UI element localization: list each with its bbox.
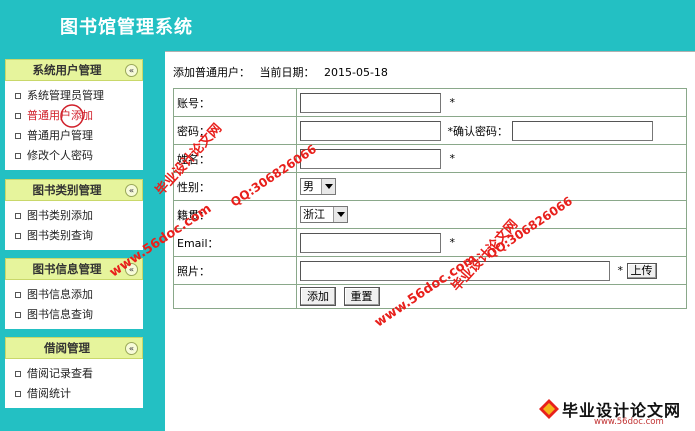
add-button[interactable]: 添加 <box>300 287 336 306</box>
sidebar-item-category-query[interactable]: 图书类别查询 <box>5 226 143 246</box>
panel-title: 系统用户管理 <box>32 63 102 77</box>
photo-label: 照片： <box>173 256 297 285</box>
bullet-icon <box>15 93 21 99</box>
menu-item-label: 借阅记录查看 <box>27 367 93 380</box>
confirm-password-label: *确认密码： <box>447 124 509 138</box>
date-label: 当前日期： <box>259 66 315 79</box>
collapse-icon[interactable]: « <box>125 184 138 197</box>
panel-title: 图书信息管理 <box>32 262 102 276</box>
menu-item-label: 图书信息添加 <box>27 288 93 301</box>
bullet-icon <box>15 233 21 239</box>
password-input[interactable] <box>300 120 441 141</box>
email-label: Email： <box>173 228 297 257</box>
bullet-icon <box>15 292 21 298</box>
panel-header[interactable]: 图书类别管理 « <box>5 179 143 201</box>
required-mark: * <box>449 152 456 165</box>
dropdown-arrow-icon[interactable] <box>321 179 335 194</box>
confirm-password-input[interactable] <box>511 120 653 141</box>
panel-header[interactable]: 图书信息管理 « <box>5 258 143 280</box>
reset-button[interactable]: 重置 <box>343 287 380 306</box>
bullet-icon <box>15 391 21 397</box>
origin-label: 籍贯： <box>173 200 297 229</box>
sidebar-item-borrow-records[interactable]: 借阅记录查看 <box>5 364 143 384</box>
bullet-icon <box>15 153 21 159</box>
menu-item-label: 借阅统计 <box>27 387 71 400</box>
origin-value: 浙江 <box>303 208 325 221</box>
panel-header[interactable]: 系统用户管理 « <box>5 59 143 81</box>
bullet-icon <box>15 113 21 119</box>
upload-button[interactable]: 上传 <box>626 262 657 279</box>
menu-item-label: 修改个人密码 <box>27 149 93 162</box>
email-input[interactable] <box>300 232 441 253</box>
app-title: 图书馆管理系统 <box>60 17 193 38</box>
menu-item-label: 图书信息查询 <box>27 308 93 321</box>
collapse-icon[interactable]: « <box>125 342 138 355</box>
sidebar-item-borrow-stats[interactable]: 借阅统计 <box>5 384 143 404</box>
account-input[interactable] <box>300 92 441 113</box>
logo-mark-icon <box>539 399 559 419</box>
collapse-icon[interactable]: « <box>125 263 138 276</box>
gender-value: 男 <box>303 180 314 193</box>
panel-header[interactable]: 借阅管理 « <box>5 337 143 359</box>
menu-item-label: 普通用户管理 <box>27 129 93 142</box>
menu-item-label: 图书类别查询 <box>27 229 93 242</box>
required-mark: * <box>449 236 456 249</box>
sidebar-item-user-add[interactable]: 普通用户添加 <box>5 104 143 128</box>
menu-item-label: 图书类别添加 <box>27 209 93 222</box>
bullet-icon <box>15 213 21 219</box>
current-date: 2015-05-18 <box>324 66 388 79</box>
divider <box>165 51 695 52</box>
name-input[interactable] <box>300 148 441 169</box>
panel-book-info: 图书信息管理 « 图书信息添加 图书信息查询 <box>5 258 143 329</box>
add-user-form: 账号： * 密码： *确认密码： 姓名： * 性别： 男 籍贯： 浙江 Emai… <box>173 88 687 309</box>
menu-item-label: 系统管理员管理 <box>27 89 104 102</box>
collapse-icon[interactable]: « <box>125 64 138 77</box>
empty-cell <box>173 284 297 309</box>
password-label: 密码： <box>173 116 297 145</box>
account-label: 账号： <box>173 88 297 117</box>
sidebar-item-book-add[interactable]: 图书信息添加 <box>5 285 143 305</box>
required-mark: * <box>449 96 456 109</box>
bullet-icon <box>15 312 21 318</box>
photo-path-input[interactable] <box>300 260 610 281</box>
panel-book-category: 图书类别管理 « 图书类别添加 图书类别查询 <box>5 179 143 250</box>
bullet-icon <box>15 371 21 377</box>
site-logo: 毕业设计论文网 www.56doc.com <box>532 394 695 431</box>
sidebar: 系统用户管理 « 系统管理员管理 普通用户添加 普通用户管理 修改个人密码 图书… <box>0 51 165 431</box>
sidebar-item-user-manage[interactable]: 普通用户管理 <box>5 126 143 146</box>
required-mark: * <box>617 264 624 277</box>
sidebar-item-category-add[interactable]: 图书类别添加 <box>5 206 143 226</box>
page-title: 添加普通用户： <box>173 66 250 79</box>
gender-select[interactable]: 男 <box>300 178 336 195</box>
breadcrumb: 添加普通用户： 当前日期： 2015-05-18 <box>173 64 394 80</box>
gender-label: 性别： <box>173 172 297 201</box>
name-label: 姓名： <box>173 144 297 173</box>
panel-system-users: 系统用户管理 « 系统管理员管理 普通用户添加 普通用户管理 修改个人密码 <box>5 59 143 170</box>
panel-title: 图书类别管理 <box>32 183 102 197</box>
panel-borrow: 借阅管理 « 借阅记录查看 借阅统计 <box>5 337 143 408</box>
dropdown-arrow-icon[interactable] <box>333 207 347 222</box>
sidebar-item-change-password[interactable]: 修改个人密码 <box>5 146 143 166</box>
bullet-icon <box>15 133 21 139</box>
logo-url: www.56doc.com <box>594 417 664 427</box>
origin-select[interactable]: 浙江 <box>300 206 348 223</box>
panel-title: 借阅管理 <box>44 341 90 355</box>
sidebar-item-book-query[interactable]: 图书信息查询 <box>5 305 143 325</box>
app-header: 图书馆管理系统 <box>0 0 695 51</box>
